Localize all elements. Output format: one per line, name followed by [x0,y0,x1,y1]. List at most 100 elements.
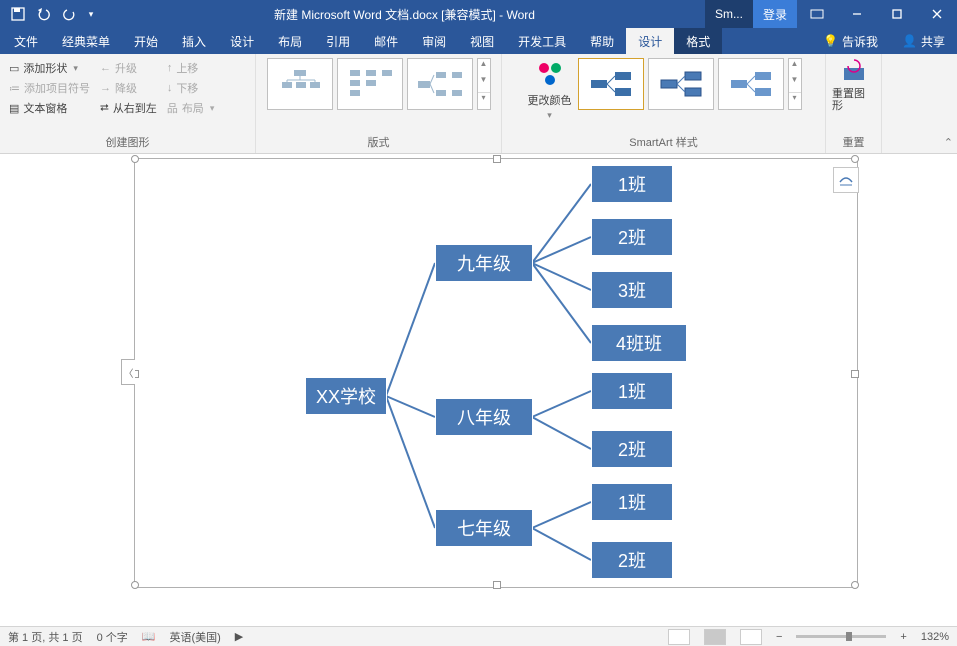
tab-insert[interactable]: 插入 [170,28,218,54]
promote-button[interactable]: ←升级 [97,58,160,78]
add-bullet-button[interactable]: ≔添加项目符号 [6,78,93,98]
tab-review[interactable]: 审阅 [410,28,458,54]
rtl-button[interactable]: ⮂ 从右到左 [97,98,160,118]
view-web[interactable] [740,629,762,645]
status-lang[interactable]: 英语(美国) [169,629,220,645]
node-g9-c4[interactable]: 4班班 [591,324,687,362]
tab-view[interactable]: 视图 [458,28,506,54]
add-shape-label: 添加形状 [23,60,67,76]
add-shape-button[interactable]: ▭添加形状▾ [6,58,93,78]
ribbon-options-button[interactable] [797,0,837,28]
tab-help[interactable]: 帮助 [578,28,626,54]
ribbon: ▭添加形状▾ ≔添加项目符号 ▤ 文本窗格 ←升级 →降级 ⮂ 从右到左 ↑上移 ↓… [0,54,957,154]
style-option-2[interactable] [648,58,714,110]
node-g9-c3[interactable]: 3班 [591,271,673,309]
tab-smartart-design[interactable]: 设计 [626,28,674,54]
move-down-button[interactable]: ↓下移 [164,78,218,98]
group-label-layouts: 版式 [256,133,501,153]
maximize-button[interactable] [877,0,917,28]
login-button[interactable]: 登录 [753,0,797,28]
collapse-ribbon-button[interactable]: ⌃ [944,136,953,149]
group-label-reset: 重置 [826,133,881,153]
quick-access-toolbar: ▾ [0,2,104,26]
style-gallery-scroll[interactable]: ▲▼▾ [788,58,802,110]
layout-option-3[interactable] [407,58,473,110]
layout-option-2[interactable] [337,58,403,110]
tab-mailings[interactable]: 邮件 [362,28,410,54]
zoom-in-button[interactable]: + [900,631,906,643]
macro-record-icon[interactable]: ▶ [235,630,243,643]
arrow-down-icon: ↓ [167,82,173,94]
tab-layout[interactable]: 布局 [266,28,314,54]
change-colors-label: 更改颜色 [528,92,572,108]
move-down-label: 下移 [176,80,198,96]
demote-button[interactable]: →降级 [97,78,160,98]
node-g8-c2[interactable]: 2班 [591,430,673,468]
node-root[interactable]: XX学校 [305,377,387,415]
node-grade-7[interactable]: 七年级 [435,509,533,547]
tell-me[interactable]: 💡告诉我 [811,28,890,54]
textpane-icon: ▤ [9,102,19,115]
arrow-left-icon: ← [100,62,111,74]
tab-format[interactable]: 格式 [674,28,722,54]
layout-icon: 品 [167,100,178,116]
tab-references[interactable]: 引用 [314,28,362,54]
layout-gallery-scroll[interactable]: ▲▼▾ [477,58,491,110]
zoom-out-button[interactable]: − [776,631,782,643]
document-area[interactable]: 〈 XX学校 九年级 [0,154,957,626]
layout-gallery[interactable]: ▲▼▾ [267,58,491,110]
arrow-right-icon: → [100,82,111,94]
qat-dropdown[interactable]: ▾ [84,2,98,26]
node-grade-9[interactable]: 九年级 [435,244,533,282]
close-button[interactable] [917,0,957,28]
share-button[interactable]: 👤 共享 [890,28,957,54]
redo-button[interactable] [58,2,82,26]
group-smartart-styles: 更改颜色 ▾ ▲▼▾ SmartArt 样式 [502,54,826,153]
layout-option-1[interactable] [267,58,333,110]
share-icon: 👤 [902,34,917,48]
add-bullet-label: 添加项目符号 [24,80,90,96]
reset-graphic-button[interactable]: 重置图形 [832,58,875,112]
ribbon-tabs: 文件 经典菜单 开始 插入 设计 布局 引用 邮件 审阅 视图 开发工具 帮助 … [0,28,957,54]
node-g7-c2[interactable]: 2班 [591,541,673,579]
view-print[interactable] [704,629,726,645]
tab-home[interactable]: 开始 [122,28,170,54]
status-words[interactable]: 0 个字 [97,629,128,645]
move-up-label: 上移 [176,60,198,76]
layout-button[interactable]: 品布局▾ [164,98,218,118]
tab-design-doc[interactable]: 设计 [218,28,266,54]
account-short[interactable]: Sm... [705,0,753,28]
tab-developer[interactable]: 开发工具 [506,28,578,54]
style-option-1[interactable] [578,58,644,110]
minimize-button[interactable] [837,0,877,28]
spellcheck-icon[interactable]: 📖 [142,630,156,643]
node-g9-c1[interactable]: 1班 [591,165,673,203]
style-option-3[interactable] [718,58,784,110]
rtl-icon: ⮂ [100,102,109,115]
title-bar: ▾ 新建 Microsoft Word 文档.docx [兼容模式] - Wor… [0,0,957,28]
view-read[interactable] [668,629,690,645]
zoom-slider[interactable] [796,635,886,638]
style-gallery[interactable]: ▲▼▾ [578,58,802,110]
node-grade-8[interactable]: 八年级 [435,398,533,436]
palette-icon [534,58,566,90]
node-g8-c1[interactable]: 1班 [591,372,673,410]
text-pane-label: 文本窗格 [23,100,67,116]
share-label: 共享 [921,33,945,50]
rtl-label: 从右到左 [113,100,157,116]
zoom-level[interactable]: 132% [921,631,949,643]
text-pane-toggle[interactable]: 〈 [121,359,135,385]
tab-file[interactable]: 文件 [2,28,50,54]
group-label-styles: SmartArt 样式 [502,133,825,153]
status-page[interactable]: 第 1 页, 共 1 页 [8,629,83,645]
node-g7-c1[interactable]: 1班 [591,483,673,521]
node-g9-c2[interactable]: 2班 [591,218,673,256]
move-up-button[interactable]: ↑上移 [164,58,218,78]
save-button[interactable] [6,2,30,26]
status-bar: 第 1 页, 共 1 页 0 个字 📖 英语(美国) ▶ − + 132% [0,626,957,646]
change-colors-button[interactable]: 更改颜色 ▾ [526,58,574,121]
text-pane-button[interactable]: ▤ 文本窗格 [6,98,93,118]
smartart-frame[interactable]: 〈 XX学校 九年级 [134,158,858,588]
undo-button[interactable] [32,2,56,26]
tab-classic[interactable]: 经典菜单 [50,28,122,54]
